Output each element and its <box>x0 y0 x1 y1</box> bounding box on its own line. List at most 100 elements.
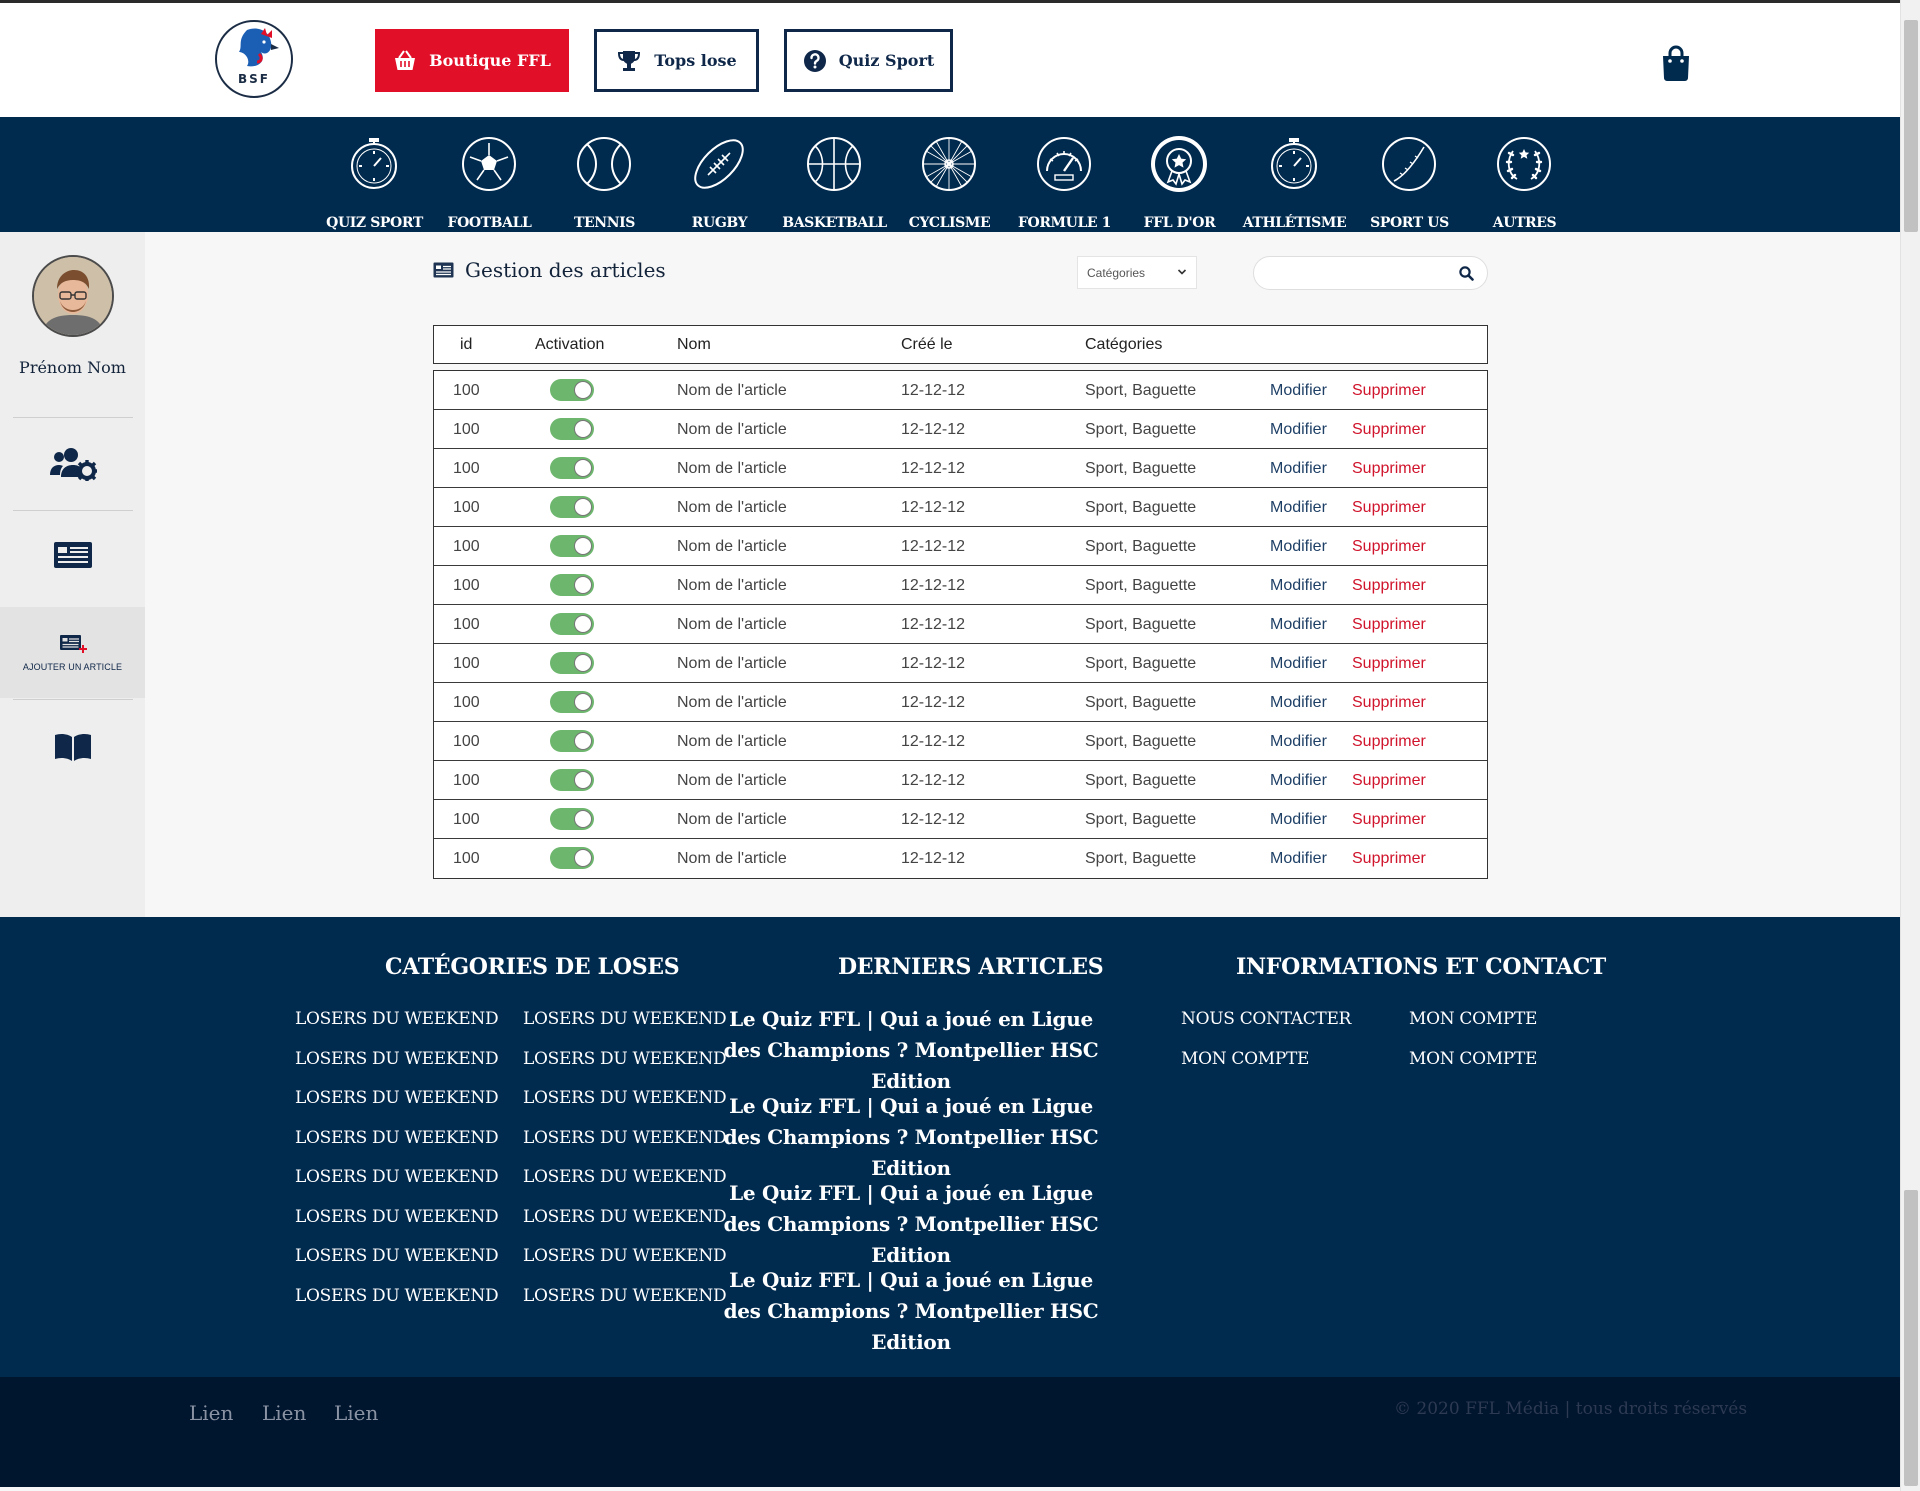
activation-toggle[interactable] <box>550 379 594 401</box>
activation-toggle[interactable] <box>550 808 594 830</box>
sidebar-item-guide[interactable] <box>0 702 145 792</box>
activation-toggle[interactable] <box>550 418 594 440</box>
category-select[interactable]: Catégories <box>1077 256 1197 289</box>
footer-link-account[interactable]: MON COMPTE <box>1409 1049 1537 1069</box>
edit-link[interactable]: Modifier <box>1270 761 1327 800</box>
footer-article-link[interactable]: Le Quiz FFL | Qui a joué en Ligue des Ch… <box>716 1091 1106 1184</box>
delete-link[interactable]: Supprimer <box>1352 800 1426 839</box>
footer-category-link[interactable]: LOSERS DU WEEKEND <box>295 1009 499 1029</box>
nav-ffl-dor[interactable]: FFL D'OR <box>1122 135 1237 231</box>
footer-category-link[interactable]: LOSERS DU WEEKEND <box>295 1049 499 1069</box>
footer-link-account[interactable]: MON COMPTE <box>1409 1009 1537 1029</box>
edit-link[interactable]: Modifier <box>1270 371 1327 410</box>
col-activation[interactable]: Activation <box>535 326 604 365</box>
sidebar-item-articles[interactable] <box>0 511 145 598</box>
footer-category-link[interactable]: LOSERS DU WEEKEND <box>523 1207 727 1227</box>
edit-link[interactable]: Modifier <box>1270 605 1327 644</box>
activation-toggle[interactable] <box>550 730 594 752</box>
nav-basketball[interactable]: BASKETBALL <box>777 135 892 231</box>
delete-link[interactable]: Supprimer <box>1352 722 1426 761</box>
col-cree-le[interactable]: Créé le <box>901 326 953 365</box>
delete-link[interactable]: Supprimer <box>1352 527 1426 566</box>
bottom-link[interactable]: Lien <box>334 1401 378 1425</box>
delete-link[interactable]: Supprimer <box>1352 488 1426 527</box>
footer-category-link[interactable]: LOSERS DU WEEKEND <box>523 1167 727 1187</box>
search-input[interactable] <box>1268 263 1448 283</box>
nav-autres[interactable]: AUTRES <box>1467 135 1582 231</box>
search-icon[interactable] <box>1459 266 1474 281</box>
bottom-link[interactable]: Lien <box>189 1401 233 1425</box>
activation-toggle[interactable] <box>550 652 594 674</box>
edit-link[interactable]: Modifier <box>1270 527 1327 566</box>
activation-toggle[interactable] <box>550 496 594 518</box>
scrollbar-thumb[interactable] <box>1904 20 1918 232</box>
footer-category-link[interactable]: LOSERS DU WEEKEND <box>523 1009 727 1029</box>
nav-tennis[interactable]: TENNIS <box>547 135 662 231</box>
search-box[interactable] <box>1253 256 1488 290</box>
nav-formule-1[interactable]: FORMULE 1 <box>1007 135 1122 231</box>
footer-article-link[interactable]: Le Quiz FFL | Qui a joué en Ligue des Ch… <box>716 1178 1106 1271</box>
activation-toggle[interactable] <box>550 457 594 479</box>
edit-link[interactable]: Modifier <box>1270 839 1327 878</box>
activation-toggle[interactable] <box>550 847 594 869</box>
footer-category-link[interactable]: LOSERS DU WEEKEND <box>523 1286 727 1306</box>
footer-link-contact[interactable]: NOUS CONTACTER <box>1181 1009 1351 1029</box>
footer-category-link[interactable]: LOSERS DU WEEKEND <box>295 1128 499 1148</box>
activation-toggle[interactable] <box>550 535 594 557</box>
footer-category-link[interactable]: LOSERS DU WEEKEND <box>523 1049 727 1069</box>
col-id[interactable]: id <box>460 326 472 365</box>
activation-toggle[interactable] <box>550 691 594 713</box>
nav-football[interactable]: FOOTBALL <box>432 135 547 231</box>
col-nom[interactable]: Nom <box>677 326 711 365</box>
sidebar-item-add-article[interactable]: AJOUTER UN ARTICLE <box>0 607 145 698</box>
footer-category-link[interactable]: LOSERS DU WEEKEND <box>295 1167 499 1187</box>
edit-link[interactable]: Modifier <box>1270 566 1327 605</box>
delete-link[interactable]: Supprimer <box>1352 410 1426 449</box>
footer-category-link[interactable]: LOSERS DU WEEKEND <box>295 1088 499 1108</box>
scrollbar-thumb[interactable] <box>1904 1190 1918 1486</box>
footer-category-link[interactable]: LOSERS DU WEEKEND <box>523 1128 727 1148</box>
edit-link[interactable]: Modifier <box>1270 800 1327 839</box>
footer-category-link[interactable]: LOSERS DU WEEKEND <box>523 1088 727 1108</box>
edit-link[interactable]: Modifier <box>1270 488 1327 527</box>
col-categories[interactable]: Catégories <box>1085 326 1162 365</box>
footer-article-link[interactable]: Le Quiz FFL | Qui a joué en Ligue des Ch… <box>716 1004 1106 1097</box>
footer-article-link[interactable]: Le Quiz FFL | Qui a joué en Ligue des Ch… <box>716 1265 1106 1358</box>
bottom-link[interactable]: Lien <box>262 1401 306 1425</box>
delete-link[interactable]: Supprimer <box>1352 839 1426 878</box>
nav-sport-us[interactable]: SPORT US <box>1352 135 1467 231</box>
site-logo[interactable]: BSF <box>215 20 293 98</box>
delete-link[interactable]: Supprimer <box>1352 449 1426 488</box>
delete-link[interactable]: Supprimer <box>1352 683 1426 722</box>
activation-toggle[interactable] <box>550 574 594 596</box>
tops-lose-button[interactable]: Tops lose <box>594 29 759 92</box>
footer-category-link[interactable]: LOSERS DU WEEKEND <box>295 1246 499 1266</box>
shopping-bag-icon[interactable] <box>1660 45 1692 81</box>
footer-category-link[interactable]: LOSERS DU WEEKEND <box>295 1207 499 1227</box>
nav-rugby[interactable]: RUGBY <box>662 135 777 231</box>
nav-athletisme[interactable]: ATHLÉTISME <box>1237 135 1352 231</box>
edit-link[interactable]: Modifier <box>1270 683 1327 722</box>
footer-category-link[interactable]: LOSERS DU WEEKEND <box>295 1286 499 1306</box>
delete-link[interactable]: Supprimer <box>1352 761 1426 800</box>
boutique-button[interactable]: Boutique FFL <box>375 29 569 92</box>
delete-link[interactable]: Supprimer <box>1352 605 1426 644</box>
nav-cyclisme[interactable]: CYCLISME <box>892 135 1007 231</box>
edit-link[interactable]: Modifier <box>1270 722 1327 761</box>
edit-link[interactable]: Modifier <box>1270 644 1327 683</box>
delete-link[interactable]: Supprimer <box>1352 371 1426 410</box>
cell-categories: Sport, Baguette <box>1085 499 1197 516</box>
edit-link[interactable]: Modifier <box>1270 410 1327 449</box>
footer-link-account[interactable]: MON COMPTE <box>1181 1049 1309 1069</box>
avatar[interactable] <box>32 255 114 337</box>
quiz-sport-button[interactable]: Quiz Sport <box>784 29 953 92</box>
footer-category-link[interactable]: LOSERS DU WEEKEND <box>523 1246 727 1266</box>
delete-link[interactable]: Supprimer <box>1352 644 1426 683</box>
scrollbar[interactable] <box>1900 0 1920 1491</box>
sidebar-item-users-settings[interactable] <box>0 418 145 510</box>
activation-toggle[interactable] <box>550 613 594 635</box>
nav-quiz-sport[interactable]: QUIZ SPORT <box>317 135 432 231</box>
delete-link[interactable]: Supprimer <box>1352 566 1426 605</box>
edit-link[interactable]: Modifier <box>1270 449 1327 488</box>
activation-toggle[interactable] <box>550 769 594 791</box>
